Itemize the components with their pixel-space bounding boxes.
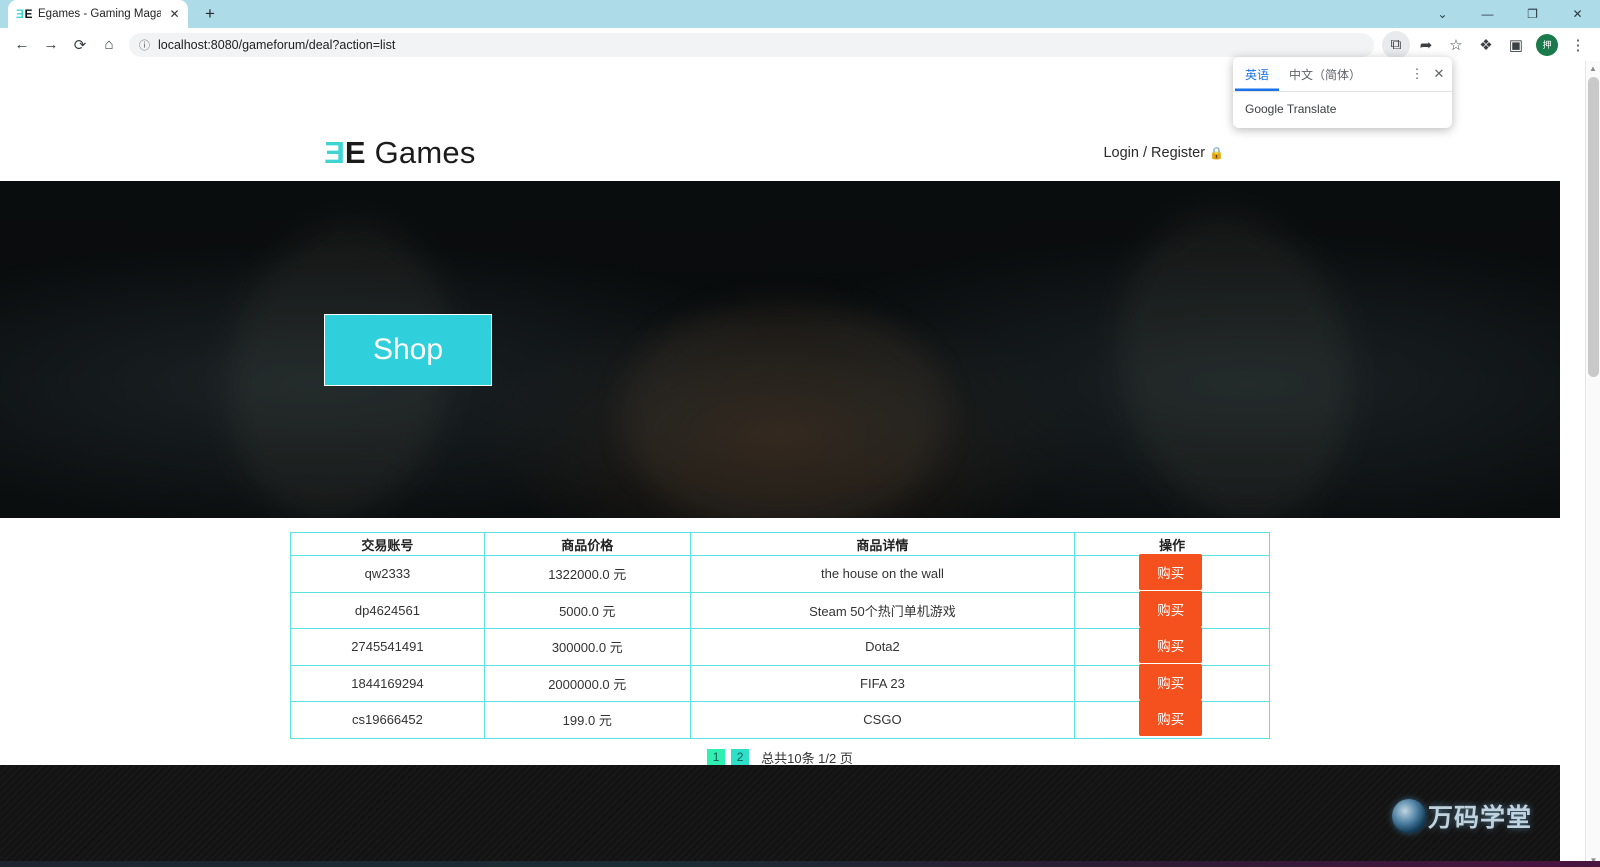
logo-e: E xyxy=(345,135,366,170)
site-logo[interactable]: EE Games xyxy=(324,135,476,171)
table-header-row: 交易账号 商品价格 商品详情 操作 xyxy=(291,533,1270,556)
page-button-1[interactable]: 1 xyxy=(707,749,725,766)
pagination-summary: 总共10条 1/2 页 xyxy=(761,748,853,767)
new-tab-button[interactable]: + xyxy=(197,1,223,27)
translate-popup: 英语 中文（简体） ⋮ ✕ Google Translate xyxy=(1233,57,1452,128)
deals-table-section: 交易账号 商品价格 商品详情 操作 qw2333 1322000.0 元 the… xyxy=(0,518,1560,767)
table-row: 2745541491 300000.0 元 Dota2 购买 xyxy=(291,629,1270,666)
cell-account: cs19666452 xyxy=(291,702,485,739)
tab-close-icon[interactable]: ✕ xyxy=(167,7,182,22)
header-price: 商品价格 xyxy=(484,533,690,556)
buy-button[interactable]: 购买 xyxy=(1139,554,1202,590)
url-text: localhost:8080/gameforum/deal?action=lis… xyxy=(158,38,395,52)
forward-icon[interactable]: → xyxy=(37,31,65,59)
cell-detail: the house on the wall xyxy=(690,556,1075,593)
buy-button[interactable]: 购买 xyxy=(1139,591,1202,627)
watermark-globe-icon xyxy=(1392,799,1426,833)
translate-tab-chinese[interactable]: 中文（简体） xyxy=(1279,57,1371,91)
login-register-link[interactable]: Login / Register 🔒 xyxy=(1103,145,1224,161)
deals-table-head: 交易账号 商品价格 商品详情 操作 xyxy=(291,533,1270,556)
deals-table: 交易账号 商品价格 商品详情 操作 qw2333 1322000.0 元 the… xyxy=(290,532,1270,739)
table-row: 1844169294 2000000.0 元 FIFA 23 购买 xyxy=(291,665,1270,702)
translate-body-text: Google Translate xyxy=(1233,92,1452,126)
site-footer: 万码学堂 xyxy=(0,765,1560,867)
browser-tab[interactable]: EE Egames - Gaming Magazine Te ✕ xyxy=(8,0,188,28)
watermark: 万码学堂 xyxy=(1392,798,1532,834)
deals-table-body: qw2333 1322000.0 元 the house on the wall… xyxy=(291,556,1270,739)
table-row: qw2333 1322000.0 元 the house on the wall… xyxy=(291,556,1270,593)
pagination: 1 2 总共10条 1/2 页 xyxy=(290,748,1270,767)
tab-title: Egames - Gaming Magazine Te xyxy=(38,8,161,20)
cell-account: 1844169294 xyxy=(291,665,485,702)
web-page: EE Games Login / Register 🔒 Home Games F… xyxy=(0,61,1560,867)
table-row: dp4624561 5000.0 元 Steam 50个热门单机游戏 购买 xyxy=(291,592,1270,629)
hero-figure-center xyxy=(620,301,950,518)
hero-figure-right xyxy=(1090,190,1379,518)
cell-price: 199.0 元 xyxy=(484,702,690,739)
browser-window: EE Egames - Gaming Magazine Te ✕ + ⌄ — ❐… xyxy=(0,0,1600,867)
side-panel-icon[interactable]: ▣ xyxy=(1502,31,1530,59)
header-detail: 商品详情 xyxy=(690,533,1075,556)
cell-account: 2745541491 xyxy=(291,629,485,666)
hero-shop-button[interactable]: Shop xyxy=(324,314,492,386)
cell-detail: CSGO xyxy=(690,702,1075,739)
address-bar[interactable]: ⓘ localhost:8080/gameforum/deal?action=l… xyxy=(129,33,1374,57)
toolbar-right-icons: ⧉ ➦ ☆ ❖ ▣ 押 ⋮ xyxy=(1382,31,1592,59)
egames-favicon-icon: EE xyxy=(17,7,32,22)
browser-menu-icon[interactable]: ⋮ xyxy=(1564,31,1592,59)
buy-button[interactable]: 购买 xyxy=(1139,700,1202,736)
translate-close-icon[interactable]: ✕ xyxy=(1428,63,1450,85)
translate-icon[interactable]: ⧉ xyxy=(1382,31,1410,59)
share-icon[interactable]: ➦ xyxy=(1412,31,1440,59)
extensions-icon[interactable]: ❖ xyxy=(1472,31,1500,59)
reload-icon[interactable]: ⟳ xyxy=(66,31,94,59)
bookmark-star-icon[interactable]: ☆ xyxy=(1442,31,1470,59)
window-controls: ⌄ — ❐ ✕ xyxy=(1420,0,1600,28)
cell-price: 1322000.0 元 xyxy=(484,556,690,593)
translate-tabs: 英语 中文（简体） ⋮ ✕ xyxy=(1233,57,1452,92)
lock-icon: 🔒 xyxy=(1209,146,1224,160)
cell-account: dp4624561 xyxy=(291,592,485,629)
cell-operation: 购买 xyxy=(1075,556,1270,593)
cell-price: 2000000.0 元 xyxy=(484,665,690,702)
page-viewport: EE Games Login / Register 🔒 Home Games F… xyxy=(0,61,1600,867)
page-button-2[interactable]: 2 xyxy=(731,749,749,766)
back-icon[interactable]: ← xyxy=(8,31,36,59)
scroll-thumb[interactable] xyxy=(1588,77,1599,377)
cell-detail: Dota2 xyxy=(690,629,1075,666)
maximize-icon[interactable]: ❐ xyxy=(1510,0,1555,28)
os-taskbar-strip xyxy=(0,861,1600,867)
buy-button[interactable]: 购买 xyxy=(1139,664,1202,700)
buy-button[interactable]: 购买 xyxy=(1139,627,1202,663)
close-window-icon[interactable]: ✕ xyxy=(1555,0,1600,28)
cell-operation: 购买 xyxy=(1075,702,1270,739)
login-register-label: Login / Register xyxy=(1103,145,1205,161)
logo-word: Games xyxy=(375,135,476,170)
hero-banner: Shop xyxy=(0,181,1560,518)
cell-price: 5000.0 元 xyxy=(484,592,690,629)
header-account: 交易账号 xyxy=(291,533,485,556)
translate-more-icon[interactable]: ⋮ xyxy=(1406,63,1428,85)
cell-operation: 购买 xyxy=(1075,592,1270,629)
cell-detail: Steam 50个热门单机游戏 xyxy=(690,592,1075,629)
profile-avatar[interactable]: 押 xyxy=(1536,34,1558,56)
chevron-down-icon[interactable]: ⌄ xyxy=(1420,0,1465,28)
page-scrollbar[interactable]: ▲ ▼ xyxy=(1585,61,1600,867)
cell-account: qw2333 xyxy=(291,556,485,593)
home-icon[interactable]: ⌂ xyxy=(95,31,123,59)
cell-operation: 购买 xyxy=(1075,629,1270,666)
cell-operation: 购买 xyxy=(1075,665,1270,702)
watermark-text: 万码学堂 xyxy=(1428,798,1532,834)
browser-titlebar: EE Egames - Gaming Magazine Te ✕ + ⌄ — ❐… xyxy=(0,0,1600,28)
table-row: cs19666452 199.0 元 CSGO 购买 xyxy=(291,702,1270,739)
logo-mirror-e: E xyxy=(324,135,345,171)
translate-tab-english[interactable]: 英语 xyxy=(1235,57,1279,91)
scroll-up-icon[interactable]: ▲ xyxy=(1586,61,1600,75)
cell-detail: FIFA 23 xyxy=(690,665,1075,702)
minimize-icon[interactable]: — xyxy=(1465,0,1510,28)
header-operation: 操作 xyxy=(1075,533,1270,556)
cell-price: 300000.0 元 xyxy=(484,629,690,666)
site-info-icon[interactable]: ⓘ xyxy=(139,37,150,53)
